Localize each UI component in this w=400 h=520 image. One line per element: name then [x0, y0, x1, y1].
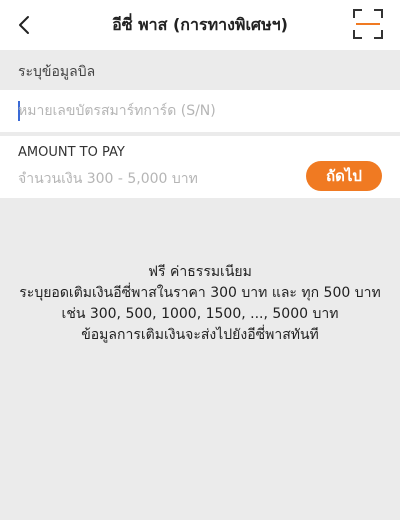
scan-frame-icon — [353, 9, 383, 39]
amount-label: AMOUNT TO PAY — [18, 145, 125, 160]
top-bar: อีซี่ พาส (การทางพิเศษฯ) — [0, 0, 400, 50]
bill-section-label: ระบุข้อมูลบิล — [18, 64, 96, 80]
info-line-amount-rule: ระบุยอดเติมเงินอีซี่พาสในราคา 300 บาท แล… — [19, 285, 381, 301]
scan-button[interactable] — [352, 8, 384, 40]
info-text: ฟรี ค่าธรรมเนียม ระบุยอดเติมเงินอีซี่พาส… — [0, 262, 400, 346]
page-title: อีซี่ พาส (การทางพิเศษฯ) — [112, 15, 288, 34]
amount-input[interactable] — [18, 166, 288, 192]
back-button[interactable] — [10, 11, 38, 39]
info-line-fee: ฟรี ค่าธรรมเนียม — [148, 264, 252, 280]
info-line-examples: เช่น 300, 500, 1000, 1500, ..., 5000 บาท — [61, 306, 339, 322]
amount-card: AMOUNT TO PAY ถัดไป — [0, 136, 400, 198]
next-button[interactable]: ถัดไป — [306, 161, 382, 191]
chevron-left-icon — [19, 16, 29, 34]
card-number-input[interactable] — [18, 90, 378, 132]
info-line-delivery: ข้อมูลการเติมเงินจะส่งไปยังอีซี่พาสทันที — [81, 327, 319, 343]
card-number-card — [0, 90, 400, 132]
